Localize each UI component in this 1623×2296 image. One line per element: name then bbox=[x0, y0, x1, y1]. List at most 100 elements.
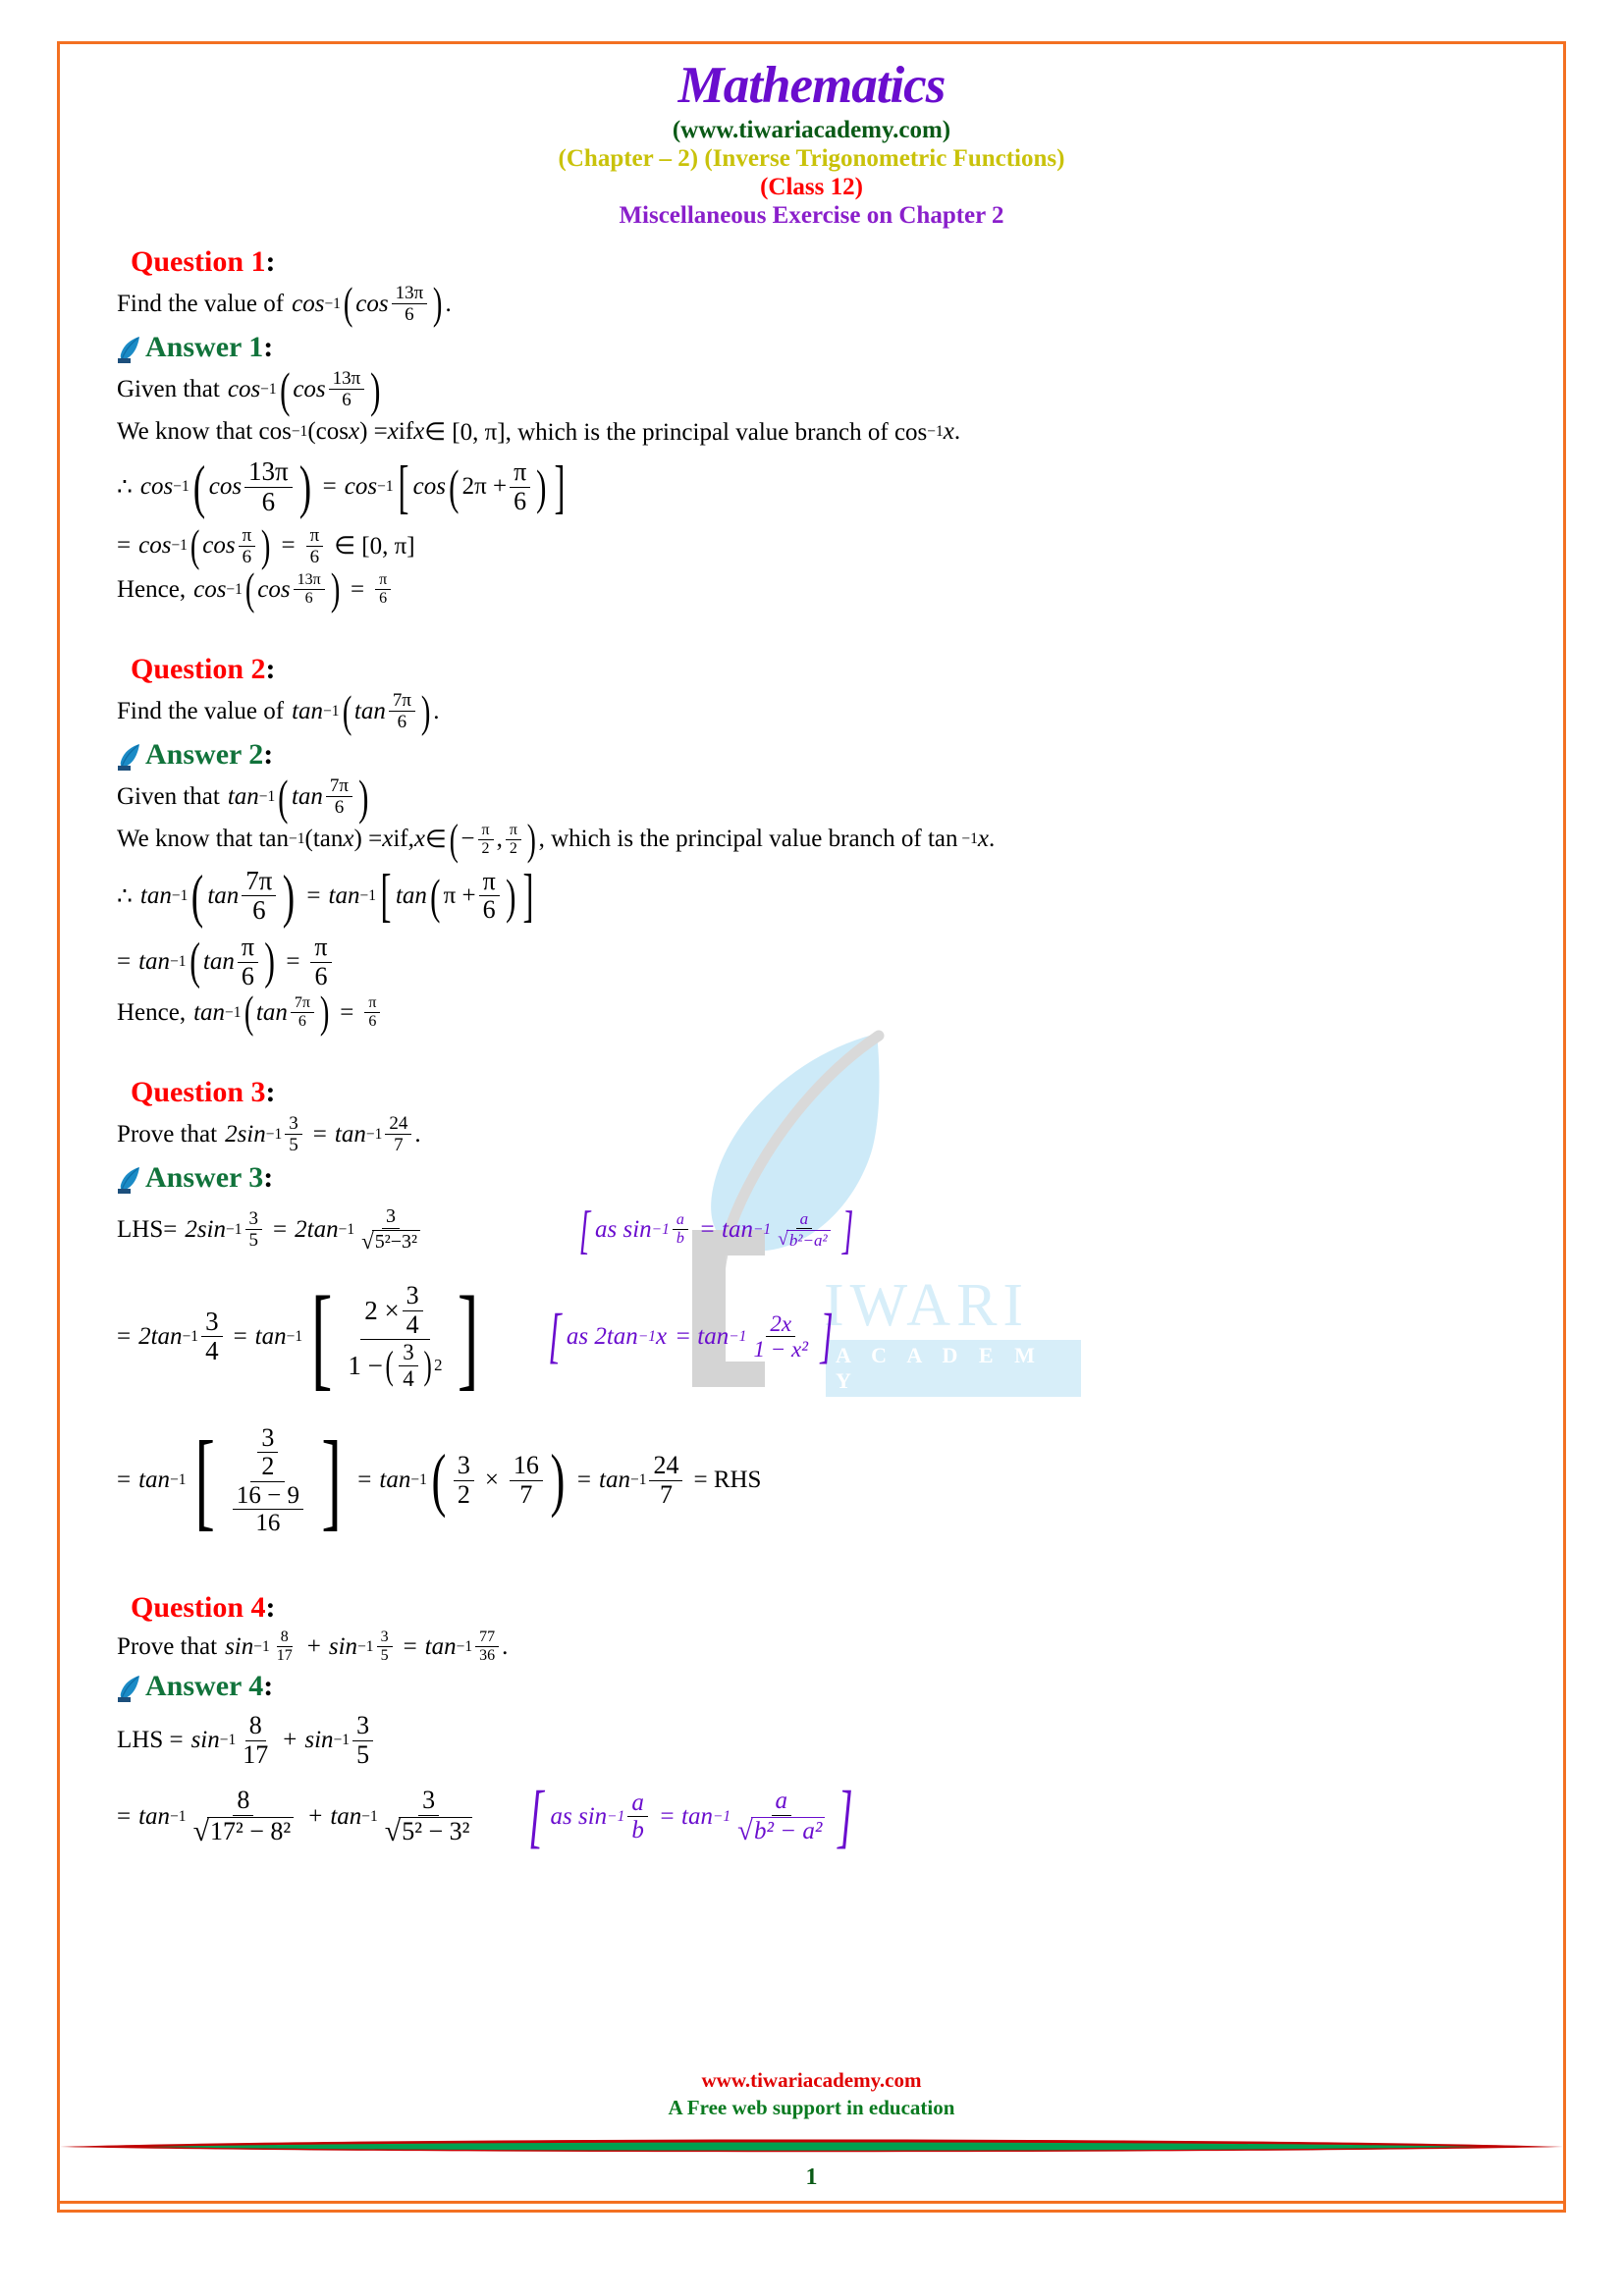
q3-prompt-rhs-num: 24 bbox=[385, 1114, 412, 1136]
q2-rule-c: ) = bbox=[353, 826, 383, 853]
q1-prompt-fn: cos bbox=[292, 290, 325, 317]
q3-prompt-rhs-den: 7 bbox=[394, 1135, 404, 1156]
q4-line-2: = tan −1 8 √ 17² − 8² + tan −1 3 √ 5² − 3² [… bbox=[117, 1776, 1506, 1857]
q2-hence-res-num: π bbox=[364, 994, 381, 1014]
q2-step2-num: π bbox=[237, 934, 258, 963]
q4-note1-a2: a bbox=[771, 1789, 791, 1816]
q1-step1-inner-fn2: cos bbox=[412, 473, 446, 500]
document-page: IWARI A C A D E M Y Mathematics (www.tiw… bbox=[57, 41, 1566, 2213]
q4-p-eq-den: 36 bbox=[479, 1647, 496, 1665]
q4-p-b-num: 3 bbox=[376, 1629, 393, 1648]
q2-rule-var2: x bbox=[382, 826, 394, 853]
q2-step2-fn: tan bbox=[138, 948, 171, 976]
answer-2-label: Answer 2 bbox=[145, 737, 264, 771]
question-3-heading: Question 3: bbox=[131, 1076, 276, 1108]
q3-prompt-lhs-num: 3 bbox=[285, 1114, 302, 1136]
q3-note1-as: as sin bbox=[595, 1215, 652, 1243]
q4-p-a-den: 17 bbox=[276, 1647, 293, 1665]
q2-rule-a: We know that tan bbox=[117, 826, 290, 853]
q2-hence-res-den: 6 bbox=[368, 1013, 377, 1031]
q1-hence-fn: cos bbox=[193, 575, 227, 603]
q3-note-1: [ as sin −1 ab = tan −1 a √ b²−a² ] bbox=[578, 1200, 853, 1259]
q1-step1-fn2: cos bbox=[344, 473, 378, 500]
q2-rule-b: (tan bbox=[304, 826, 344, 853]
q1-rule-a: We know that cos bbox=[117, 417, 292, 445]
q4-p-plus: + bbox=[306, 1632, 321, 1660]
q1-rule-var2: x bbox=[387, 417, 399, 445]
quill-icon bbox=[117, 742, 144, 772]
question-4-label: Question 4 bbox=[131, 1590, 266, 1624]
q2-step2-inner-fn: tan bbox=[202, 948, 235, 976]
q3-note2-eq: = tan bbox=[675, 1322, 730, 1350]
q4-l2-plus: + bbox=[308, 1802, 323, 1830]
q3-l3-f-num: 24 bbox=[649, 1453, 683, 1481]
q2-rule-i2-den: 2 bbox=[509, 839, 517, 857]
q1-rule-d: if bbox=[398, 417, 414, 445]
q1-rule-var1: x bbox=[348, 417, 360, 445]
q4-p-eq-fn: tan bbox=[424, 1632, 457, 1660]
q2-hence-den: 6 bbox=[298, 1013, 306, 1031]
q3-l2-num: 3 bbox=[201, 1308, 223, 1338]
q3-l2-num-b-den: 4 bbox=[406, 1309, 419, 1339]
q1-step1-num: 13π bbox=[244, 457, 293, 488]
q3-l2-fn: tan bbox=[150, 1322, 183, 1350]
q3-l3-m-a-num: 3 bbox=[453, 1453, 474, 1481]
q3-l1-num: 3 bbox=[244, 1209, 263, 1231]
question-1-label: Question 1 bbox=[131, 245, 266, 278]
footer-tagline: A Free web support in education bbox=[668, 2096, 955, 2119]
question-1-prompt: Find the value of cos −1 ( cos 13π 6 ). bbox=[117, 278, 452, 329]
q2-given-den: 6 bbox=[334, 797, 345, 819]
q4-note1-a: a bbox=[627, 1790, 648, 1818]
q2-step1-fn: tan bbox=[139, 881, 172, 909]
q2-prompt-prefix: Find the value of bbox=[117, 697, 285, 724]
q3-note2-as: as 2tan bbox=[566, 1322, 638, 1350]
q3-note2-x: x bbox=[656, 1322, 668, 1350]
q3-note2-num: 2x bbox=[766, 1311, 796, 1338]
q1-given-num: 13π bbox=[328, 368, 365, 391]
q4-p-b-den: 5 bbox=[380, 1647, 389, 1665]
q4-l1-b-fn: sin bbox=[304, 1727, 334, 1754]
q3-prompt-prefix: Prove that bbox=[117, 1120, 218, 1148]
q2-rule-f: , which is the principal value branch of… bbox=[538, 826, 958, 853]
q2-hence-fn: tan bbox=[193, 998, 226, 1026]
exercise-subtitle: Miscellaneous Exercise on Chapter 2 bbox=[619, 202, 1004, 229]
q2-rule-e: ∈ bbox=[424, 827, 447, 854]
q2-rule-var1: x bbox=[343, 826, 354, 853]
q3-l1-r-coeff: 2 bbox=[295, 1215, 307, 1243]
question-3-label: Question 3 bbox=[131, 1076, 266, 1108]
q4-note-1: [ as sin −1 ab = tan −1 a √ b² − a² ] bbox=[528, 1777, 854, 1856]
chapter-subtitle: (Chapter – 2) (Inverse Trigonometric Fun… bbox=[558, 145, 1065, 172]
q3-l2-num-a: 2 × bbox=[364, 1295, 400, 1325]
q3-note1-eq: = tan bbox=[698, 1215, 753, 1243]
class-subtitle: (Class 12) bbox=[760, 174, 863, 200]
q1-given-fn: cos bbox=[227, 375, 261, 402]
q2-step1-den: 6 bbox=[252, 895, 266, 926]
q1-rule-b: (cos bbox=[307, 417, 349, 445]
q1-rule-var4: x bbox=[943, 417, 954, 445]
q2-hence-label: Hence, bbox=[117, 998, 187, 1026]
question-2-heading: Question 2: bbox=[131, 653, 276, 686]
q3-l1-den: 5 bbox=[248, 1230, 259, 1252]
q3-l3-f-den: 7 bbox=[659, 1479, 673, 1509]
footer-url[interactable]: www.tiwariacademy.com bbox=[60, 2068, 1563, 2093]
q3-prompt-coeff: 2 bbox=[225, 1120, 238, 1148]
q2-rule-neg: − bbox=[460, 826, 475, 853]
q1-step1-rhs-num: π bbox=[510, 458, 531, 488]
q3-l2-den-b-den: 4 bbox=[403, 1365, 414, 1391]
q3-prompt-lhs-fn: sin bbox=[237, 1120, 266, 1148]
answer-4-heading: Answer 4: bbox=[117, 1670, 1506, 1703]
q3-line-1: LHS= 2 sin −1 35 = 2 tan −1 3 √ 5²−3² [ as si… bbox=[117, 1200, 1506, 1260]
q1-prompt-inner-fn: cos bbox=[355, 290, 389, 317]
q2-step1-rhs-inner: π + bbox=[443, 881, 476, 909]
q4-l2-a-fn: tan bbox=[138, 1802, 171, 1830]
q1-step2-res-num: π bbox=[305, 525, 324, 547]
q2-step-2: = tan −1 ( tan π6 ) = π6 bbox=[117, 934, 1506, 989]
q2-rule-i2-num: π bbox=[505, 822, 521, 840]
q4-l1-a-num: 8 bbox=[244, 1713, 266, 1741]
q3-note1-b: b bbox=[676, 1230, 684, 1248]
decorative-divider bbox=[60, 2139, 1563, 2153]
answer-3-heading: Answer 3: bbox=[117, 1161, 1506, 1195]
q1-rule-c: ) = bbox=[359, 417, 388, 445]
q3-l3-m-b-den: 7 bbox=[519, 1479, 533, 1509]
q1-step1-den: 6 bbox=[261, 486, 276, 516]
